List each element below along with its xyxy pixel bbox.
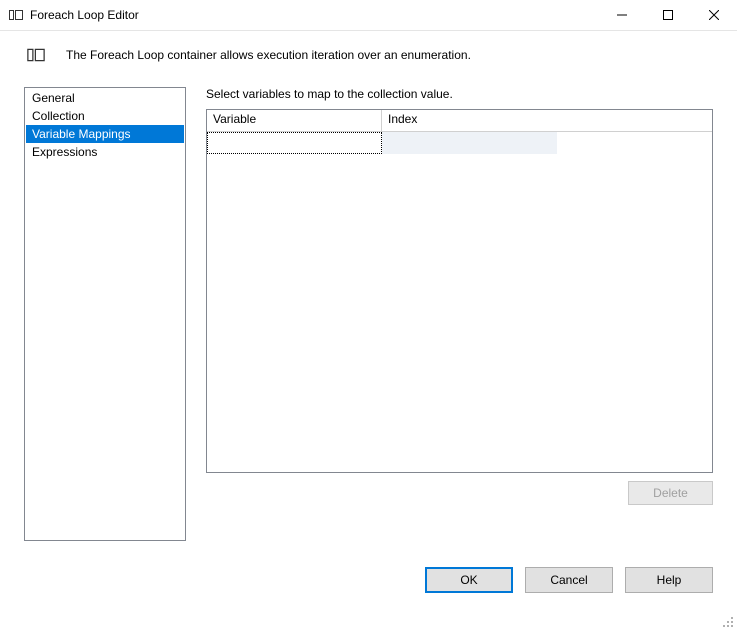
help-button[interactable]: Help	[625, 567, 713, 593]
loop-container-icon	[8, 7, 24, 23]
dialog-footer: OK Cancel Help	[0, 541, 737, 593]
resize-grip-icon	[721, 615, 735, 629]
column-header-variable[interactable]: Variable	[207, 110, 382, 131]
mapping-grid[interactable]: Variable Index	[206, 109, 713, 473]
header-strip: The Foreach Loop container allows execut…	[0, 31, 737, 77]
window-title: Foreach Loop Editor	[30, 8, 139, 22]
header-description: The Foreach Loop container allows execut…	[66, 48, 471, 62]
loop-container-icon-large	[26, 45, 46, 65]
instruction-text: Select variables to map to the collectio…	[206, 87, 713, 101]
close-button[interactable]	[691, 0, 737, 30]
grid-header: Variable Index	[207, 110, 712, 132]
maximize-button[interactable]	[645, 0, 691, 30]
sidebar-item-expressions[interactable]: Expressions	[26, 143, 184, 161]
minimize-button[interactable]	[599, 0, 645, 30]
cancel-button[interactable]: Cancel	[525, 567, 613, 593]
delete-button: Delete	[628, 481, 713, 505]
window-controls	[599, 0, 737, 30]
main-panel: Select variables to map to the collectio…	[206, 87, 713, 541]
cell-index[interactable]	[382, 132, 557, 154]
titlebar: Foreach Loop Editor	[0, 0, 737, 31]
sidebar-item-collection[interactable]: Collection	[26, 107, 184, 125]
sidebar-item-variable-mappings[interactable]: Variable Mappings	[26, 125, 184, 143]
cell-variable[interactable]	[207, 132, 382, 154]
ok-button[interactable]: OK	[425, 567, 513, 593]
sidebar-item-general[interactable]: General	[26, 89, 184, 107]
category-sidebar: General Collection Variable Mappings Exp…	[24, 87, 186, 541]
grid-row[interactable]	[207, 132, 712, 154]
column-header-index[interactable]: Index	[382, 110, 557, 131]
